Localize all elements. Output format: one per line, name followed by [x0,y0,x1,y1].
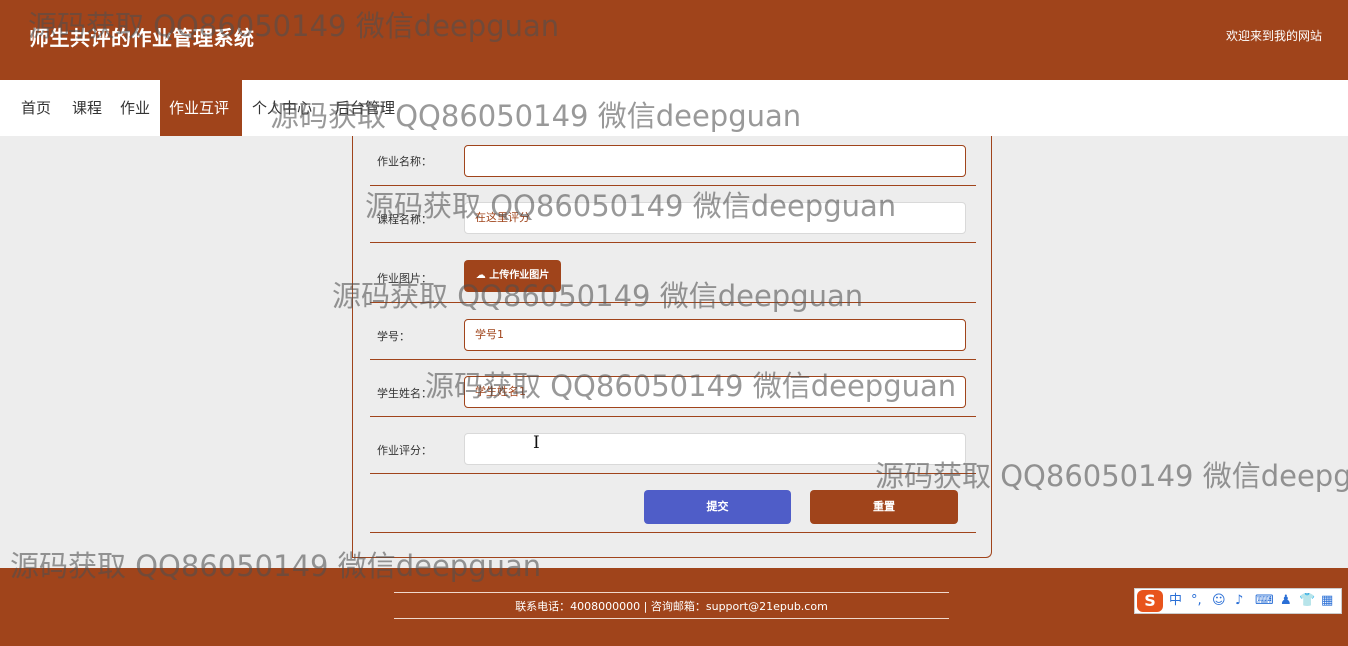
form-row-homework-image: 作业图片： ☁ 上传作业图片 [370,243,976,303]
text-cursor-icon: I [533,433,540,453]
form-row-course-name: 课程名称： 在这里评分 [370,186,976,243]
main-nav: 首页 课程 作业 作业互评 个人中心 后台管理 [0,80,1348,136]
nav-item-courses[interactable]: 课程 [63,80,111,136]
nav-item-admin[interactable]: 后台管理 [326,80,404,136]
footer-divider-bottom [394,618,949,619]
cloud-upload-icon: ☁ [475,270,486,281]
homework-image-label: 作业图片： [377,272,432,285]
form-row-student-id: 学号： 学号1 [370,303,976,360]
form-row-student-name: 学生姓名： 学生姓名1 [370,360,976,417]
student-id-label: 学号： [377,330,410,343]
nav-item-peer-review[interactable]: 作业互评 [160,80,242,136]
nav-item-profile[interactable]: 个人中心 [243,80,321,136]
welcome-text: 欢迎来到我的网站 [1225,29,1322,43]
homework-form: 作业名称： 课程名称： 在这里评分 作业图片： ☁ 上传作业图片 学号： 学号1… [352,136,992,558]
skin-icon[interactable]: 👕 [1299,592,1315,610]
voice-icon[interactable]: ♪ [1235,592,1243,610]
sogou-logo-icon[interactable]: S [1137,590,1163,612]
site-title: 师生共评的作业管理系统 [29,26,255,50]
toolbox-icon[interactable]: ▦ [1321,592,1333,610]
form-row-homework-name: 作业名称： [370,136,976,186]
student-id-input[interactable]: 学号1 [464,319,966,351]
course-name-input[interactable]: 在这里评分 [464,202,966,234]
course-name-label: 课程名称： [377,213,432,226]
upload-image-label: 上传作业图片 [489,270,550,281]
student-name-label: 学生姓名： [377,387,432,400]
reset-button[interactable]: 重置 [810,490,958,524]
punctuation-icon[interactable]: °, [1191,592,1202,610]
nav-item-home[interactable]: 首页 [12,80,60,136]
footer-contact: 联系电话：4008000000 | 咨询邮箱：support@21epub.co… [515,600,828,613]
chinese-mode-icon[interactable]: 中 [1169,592,1182,610]
homework-name-label: 作业名称： [377,155,432,168]
footer-divider-top [394,592,949,593]
upload-image-button[interactable]: ☁ 上传作业图片 [464,260,561,292]
user-icon[interactable]: ♟ [1280,592,1292,610]
homework-name-input[interactable] [464,145,966,177]
site-header: 师生共评的作业管理系统 欢迎来到我的网站 [0,0,1348,80]
emoji-icon[interactable]: ☺ [1212,592,1226,610]
keyboard-icon[interactable]: ⌨ [1255,592,1274,610]
score-label: 作业评分： [377,444,432,457]
form-actions: 提交 重置 [370,474,976,533]
nav-item-homework[interactable]: 作业 [111,80,159,136]
form-row-score: 作业评分： [370,417,976,474]
ime-toolbar[interactable]: S 中 °, ☺ ♪ ⌨ ♟ 👕 ▦ [1134,588,1342,614]
submit-button[interactable]: 提交 [644,490,791,524]
student-name-input[interactable]: 学生姓名1 [464,376,966,408]
